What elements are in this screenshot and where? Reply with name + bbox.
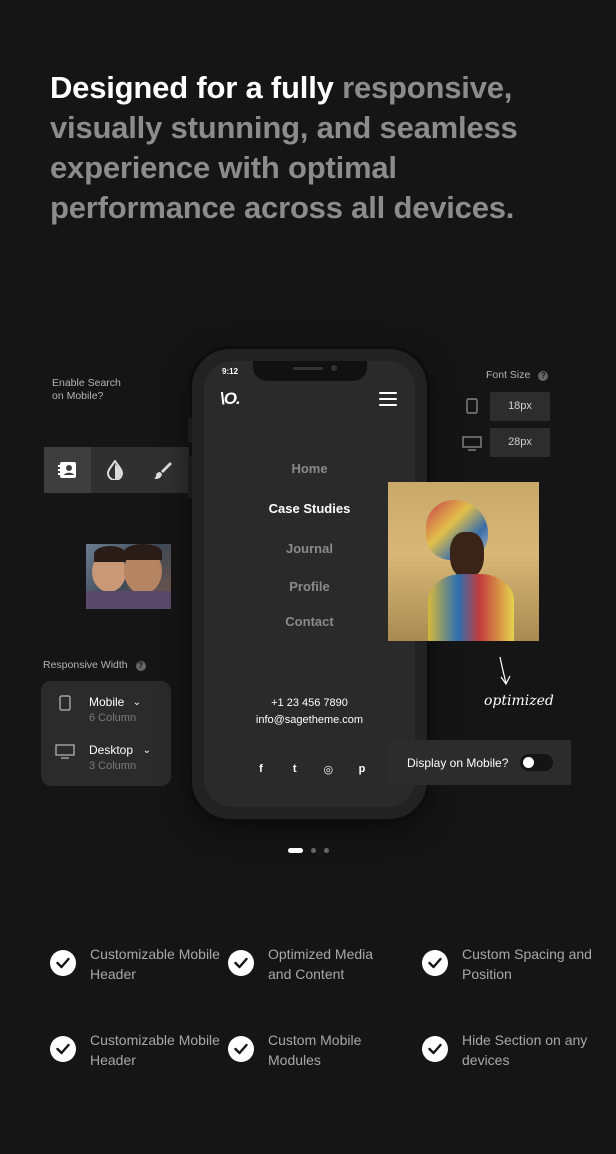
responsive-width-label-text: Responsive Width <box>43 659 128 671</box>
font-size-label-text: Font Size <box>486 369 531 381</box>
rw-desktop-title: Desktop <box>89 743 134 757</box>
enable-search-label-line1: Enable Search <box>52 377 121 389</box>
brand-logo[interactable]: \O. <box>220 389 241 409</box>
portrait-image-children <box>86 544 171 609</box>
desktop-device-icon <box>462 436 482 451</box>
menu-item-case-studies[interactable]: Case Studies <box>204 501 415 516</box>
contact-card-icon[interactable] <box>44 447 91 493</box>
phone-screen: 9:12 \O. Home Case Studies Journal Profi… <box>204 361 415 807</box>
twitter-icon[interactable]: t <box>288 763 302 776</box>
feature-text: Custom Mobile Modules <box>268 1032 362 1068</box>
mobile-device-icon <box>59 695 71 711</box>
arrow-down-icon <box>499 656 511 686</box>
enable-search-label-line2: on Mobile? <box>52 390 104 402</box>
chevron-down-icon[interactable]: ⌄ <box>143 745 151 756</box>
check-icon <box>50 1036 76 1062</box>
responsive-width-label: Responsive Width ? <box>43 659 146 672</box>
check-icon <box>228 950 254 976</box>
help-icon[interactable]: ? <box>538 371 549 381</box>
contact-phone[interactable]: +1 23 456 7890 <box>204 697 415 709</box>
check-icon <box>422 950 448 976</box>
feature-text: Customizable Mobile Header <box>90 946 220 982</box>
facebook-icon[interactable]: f <box>254 763 268 776</box>
check-icon <box>422 1036 448 1062</box>
status-time: 9:12 <box>222 367 239 376</box>
portrait-image-woman <box>388 482 539 641</box>
phone-button <box>188 417 192 443</box>
feature-text: Optimized Media and Content <box>268 946 374 982</box>
contact-email[interactable]: info@sagetheme.com <box>204 714 415 726</box>
check-icon <box>50 950 76 976</box>
carousel-dot-2[interactable] <box>311 848 316 853</box>
headline-white: Designed for a fully <box>50 70 334 105</box>
menu-item-home[interactable]: Home <box>204 461 415 476</box>
font-size-mobile-input[interactable]: 18px <box>490 392 550 421</box>
carousel-pagination <box>288 848 329 853</box>
font-size-label: Font Size ? <box>486 369 549 382</box>
carousel-dot-3[interactable] <box>324 848 329 853</box>
feature-text: Hide Section on any devices <box>462 1032 588 1068</box>
phone-button <box>188 455 192 499</box>
pinterest-icon[interactable]: p <box>355 763 369 776</box>
feature-text: Customizable Mobile Header <box>90 1032 220 1068</box>
carousel-dot-1[interactable] <box>288 848 303 853</box>
mobile-device-icon <box>466 398 478 414</box>
social-links: f t ◎ p <box>254 763 369 776</box>
rw-desktop-columns: 3 Column <box>89 760 137 772</box>
display-on-mobile-panel: Display on Mobile? <box>388 740 571 785</box>
help-icon[interactable]: ? <box>135 661 146 671</box>
check-icon <box>228 1036 254 1062</box>
headline: Designed for a fully responsive, visuall… <box>50 68 570 228</box>
display-on-mobile-toggle[interactable] <box>520 754 553 771</box>
rw-mobile-title: Mobile <box>89 695 125 709</box>
phone-notch <box>252 361 367 381</box>
rw-mobile-columns: 6 Column <box>89 712 137 724</box>
optimized-annotation: optimized <box>484 693 554 709</box>
contrast-icon[interactable] <box>91 447 138 493</box>
font-size-desktop-input[interactable]: 28px <box>490 428 550 457</box>
brush-icon[interactable] <box>138 447 185 493</box>
menu-item-journal[interactable]: Journal <box>204 541 415 556</box>
menu-item-profile[interactable]: Profile <box>204 579 415 594</box>
responsive-width-panel: Mobile 6 Column ⌄ Desktop 3 Column ⌄ <box>41 681 171 786</box>
chevron-down-icon[interactable]: ⌄ <box>133 697 141 708</box>
instagram-icon[interactable]: ◎ <box>321 763 335 776</box>
enable-search-label: Enable Search on Mobile? <box>52 377 121 403</box>
display-on-mobile-label: Display on Mobile? <box>407 756 509 770</box>
feature-text: Custom Spacing and Position <box>462 946 592 982</box>
desktop-device-icon <box>55 744 75 759</box>
hamburger-menu-icon[interactable] <box>379 392 397 406</box>
menu-item-contact[interactable]: Contact <box>204 614 415 629</box>
